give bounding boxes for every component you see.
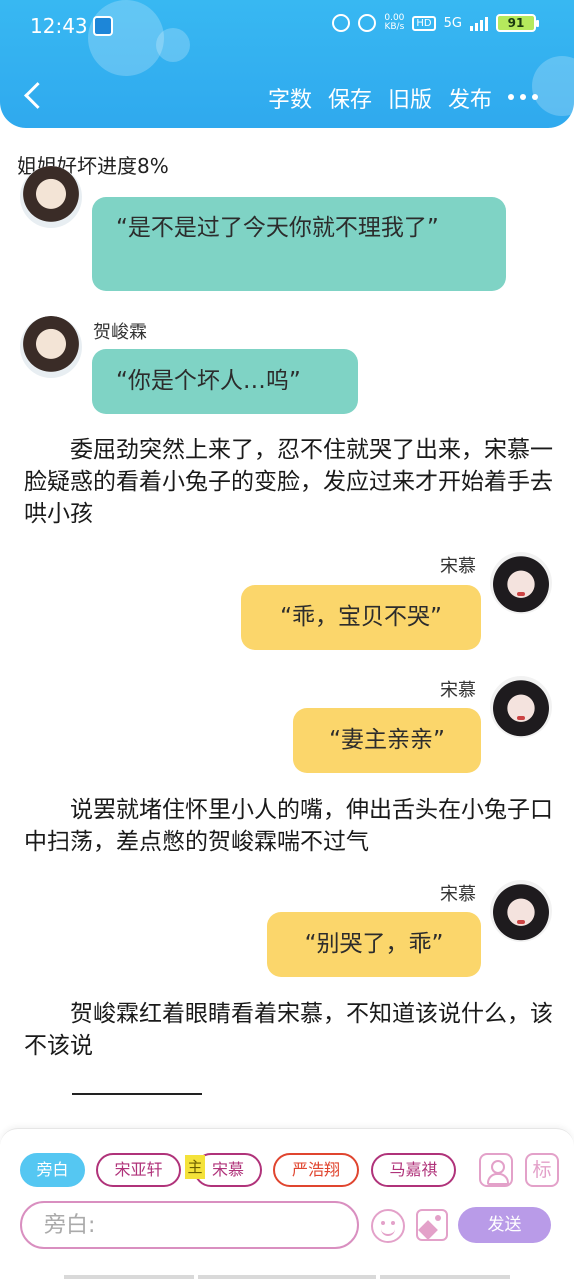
app-notification-icon [93,16,113,36]
speaker-name: 贺峻霖 [93,322,147,343]
chat-bubble-right[interactable]: “妻主亲亲” [293,708,481,773]
status-time: 12:43 [30,14,88,38]
profile-icon[interactable] [479,1153,513,1187]
save-button[interactable]: 保存 [328,82,372,114]
send-button[interactable]: 发送 [458,1207,551,1243]
host-badge: 主 [185,1155,205,1179]
signal-icon [470,15,488,31]
role-chip[interactable]: 宋亚轩 [96,1153,181,1187]
avatar[interactable] [490,676,552,738]
speaker-name: 宋慕 [440,556,476,577]
speaker-name: 宋慕 [440,680,476,701]
message-input[interactable] [20,1201,359,1249]
role-chip-narrator[interactable]: 旁白 [20,1153,85,1187]
avatar[interactable] [20,166,82,228]
avatar[interactable] [20,316,82,378]
decor-bubble [88,0,164,76]
avatar[interactable] [490,880,552,942]
status-icons: 0.00 KB/s HD 5G 91 [332,14,539,32]
word-count-button[interactable]: 字数 [268,82,312,114]
old-version-button[interactable]: 旧版 [388,82,432,114]
speaker-name: 宋慕 [440,884,476,905]
mute-icon [358,14,377,32]
alarm-icon [332,14,351,32]
net-speed-unit: KB/s [384,22,405,32]
signal-label: 5G [443,15,462,31]
chat-bubble-left[interactable]: “是不是过了今天你就不理我了” [92,197,506,291]
role-chip[interactable]: 马嘉祺 [371,1153,456,1187]
nav-indicator [380,1275,510,1279]
battery-icon: 91 [496,14,539,32]
app-header: 12:43 0.00 KB/s HD 5G 91 字数 保存 旧版 发布 [0,0,574,128]
publish-button[interactable]: 发布 [448,82,492,114]
chat-bubble-right[interactable]: “别哭了，乖” [267,912,481,977]
tag-icon[interactable]: 标 [525,1153,559,1187]
hd-badge: HD [412,15,436,31]
narration-paragraph[interactable]: 说罢就堵住怀里小人的嘴，伸出舌头在小兔子口中扫荡，差点憋的贺峻霖喘不过气 [24,794,554,858]
decor-bubble [532,56,574,116]
chat-bubble-left[interactable]: “你是个坏人…呜” [92,349,358,414]
nav-indicator [198,1275,376,1279]
narration-paragraph[interactable]: 委屈劲突然上来了，忍不住就哭了出来，宋慕一脸疑惑的看着小兔子的变脸，发应过来才开… [24,434,554,530]
header-actions: 字数 保存 旧版 发布 [268,82,492,114]
avatar[interactable] [490,552,552,614]
text-cursor-line [72,1093,202,1095]
decor-bubble [156,28,190,62]
narration-paragraph[interactable]: 贺峻霖红着眼睛看着宋慕，不知道该说什么，该不该说 [24,998,554,1062]
net-speed: 0.00 KB/s [384,14,404,32]
chevron-left-icon[interactable] [18,80,48,114]
more-dots-icon[interactable] [508,94,538,100]
chat-bubble-right[interactable]: “乖，宝贝不哭” [241,585,481,650]
emoji-icon[interactable] [371,1209,405,1243]
image-icon[interactable] [416,1209,448,1241]
role-chip[interactable]: 严浩翔 [273,1153,359,1187]
nav-indicator [64,1275,194,1279]
composer-bar: 旁白 宋亚轩 宋慕 主 严浩翔 马嘉祺 标 发送 [0,1128,574,1280]
